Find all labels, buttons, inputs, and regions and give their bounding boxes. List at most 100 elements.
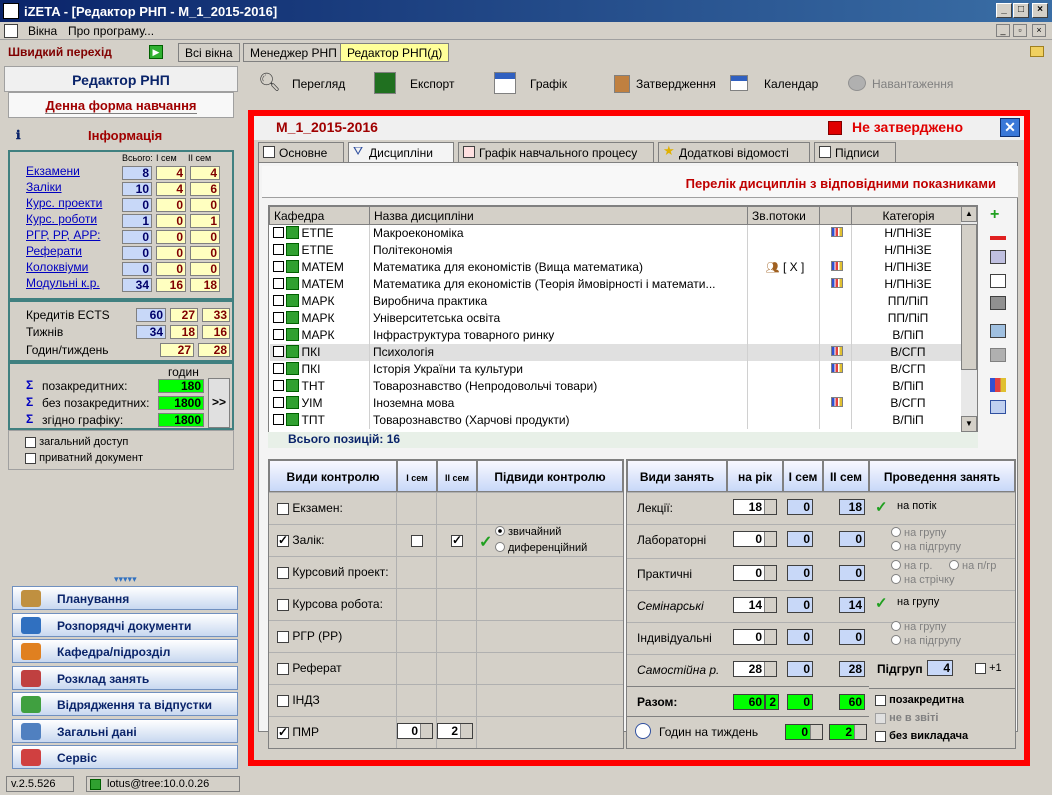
tab-all-windows[interactable]: Всі вікна bbox=[178, 43, 240, 62]
menu-windows[interactable]: Вікна bbox=[28, 24, 57, 38]
col-dept[interactable]: Кафедра bbox=[269, 206, 370, 225]
nav-timetable[interactable]: Розклад занять bbox=[12, 665, 238, 690]
workload-button[interactable]: Навантаження bbox=[848, 70, 953, 98]
more-button[interactable]: >> bbox=[208, 378, 230, 428]
subgroups-value[interactable]: 4 bbox=[927, 660, 953, 676]
row-checkbox[interactable] bbox=[272, 278, 284, 289]
private-checkbox[interactable] bbox=[25, 452, 36, 464]
row-checkbox[interactable] bbox=[272, 414, 284, 425]
close-button[interactable]: × bbox=[1032, 3, 1048, 18]
view-button[interactable]: 🔍︎ Перегляд bbox=[258, 70, 345, 98]
row-checkbox[interactable] bbox=[272, 227, 284, 239]
stat-link-credits-tests[interactable]: Заліки bbox=[26, 180, 62, 194]
table-row[interactable]: МАТЕМ Математика для економістів (Теорія… bbox=[269, 275, 962, 293]
class-year-selfstudy[interactable]: 28 bbox=[733, 661, 777, 677]
stat-link-essays[interactable]: Реферати bbox=[26, 244, 82, 258]
split-icon[interactable] bbox=[990, 250, 1006, 264]
play-icon[interactable]: ▶ bbox=[149, 45, 163, 59]
class-year-seminars[interactable]: 14 bbox=[733, 597, 777, 613]
control-checkbox-zalik[interactable] bbox=[277, 533, 289, 547]
table-row[interactable]: МАРК Інфраструктура товарного ринку В/Пі… bbox=[269, 326, 962, 344]
noncredit-checkbox[interactable] bbox=[875, 694, 886, 706]
nav-orders[interactable]: Розпорядчі документи bbox=[12, 612, 238, 637]
bar-chart-icon[interactable] bbox=[831, 397, 843, 407]
control-checkbox-course-project[interactable] bbox=[277, 566, 289, 579]
scroll-up-icon[interactable]: ▲ bbox=[961, 206, 977, 222]
control-checkbox-indz[interactable] bbox=[277, 694, 289, 707]
col-category[interactable]: Категорія bbox=[851, 206, 962, 225]
radio-subgroup-ind[interactable] bbox=[891, 635, 901, 645]
radio-group-lab[interactable] bbox=[891, 527, 901, 537]
tab-main[interactable]: Основне bbox=[258, 142, 344, 162]
bar-chart-icon[interactable] bbox=[831, 278, 843, 288]
stat-link-course-projects[interactable]: Курс. проекти bbox=[26, 196, 102, 210]
table-scrollbar[interactable]: ▲ ▼ bbox=[961, 206, 977, 432]
maximize-button[interactable]: □ bbox=[1013, 3, 1029, 18]
bar-chart-icon[interactable] bbox=[831, 363, 843, 373]
minimize-button[interactable]: _ bbox=[996, 3, 1012, 18]
table-row[interactable]: ТНТ Товарознавство (Непродовольчі товари… bbox=[269, 377, 962, 395]
col-streams[interactable]: Зв.потоки bbox=[747, 206, 820, 225]
nav-trips[interactable]: Відрядження та відпустки bbox=[12, 692, 238, 716]
schedule-button[interactable]: Графік bbox=[494, 70, 567, 98]
control-checkbox-course-work[interactable] bbox=[277, 598, 289, 611]
scroll-thumb[interactable] bbox=[961, 224, 977, 370]
row-checkbox[interactable] bbox=[272, 244, 284, 255]
nav-department[interactable]: Кафедра/підрозділ bbox=[12, 639, 238, 663]
child-close-button[interactable]: × bbox=[1032, 24, 1046, 37]
col-name[interactable]: Назва дисципліни bbox=[369, 206, 748, 225]
export-button[interactable]: Експорт bbox=[374, 70, 454, 98]
tab-rnp-manager[interactable]: Менеджер РНП bbox=[243, 43, 344, 62]
copy-icon[interactable] bbox=[990, 274, 1006, 288]
zalik-sem2-checkbox[interactable] bbox=[451, 533, 463, 547]
row-checkbox[interactable] bbox=[272, 261, 284, 272]
hpw-sem2-spin[interactable]: 2 bbox=[829, 724, 867, 740]
nav-planning[interactable]: Планування bbox=[12, 586, 238, 610]
not-in-report-checkbox[interactable] bbox=[875, 712, 886, 724]
stat-link-course-works[interactable]: Курс. роботи bbox=[26, 212, 97, 226]
calendar-button[interactable]: Календар bbox=[730, 70, 818, 98]
control-checkbox-essay[interactable] bbox=[277, 662, 289, 675]
plus-one-checkbox[interactable] bbox=[975, 662, 986, 674]
tab-additional[interactable]: ★ Додаткові відомості bbox=[658, 142, 810, 162]
table-row[interactable]: ТПТ Товарознавство (Харчові продукти) В/… bbox=[269, 411, 962, 429]
nav-service[interactable]: Сервіс bbox=[12, 745, 238, 769]
class-year-practicals[interactable]: 0 bbox=[733, 565, 777, 581]
table-row[interactable]: МАРК Виробнича практика ПП/ПіП bbox=[269, 292, 962, 310]
tab-schedule[interactable]: Графік навчального процесу bbox=[458, 142, 654, 162]
table-row[interactable]: ПКІ Історія України та культури В/СГП bbox=[269, 360, 962, 378]
radio-ordinary[interactable] bbox=[495, 526, 505, 536]
tab-rnp-editor[interactable]: Редактор РНП(д) bbox=[340, 43, 450, 62]
row-checkbox[interactable] bbox=[272, 312, 284, 323]
table-row[interactable]: МАТЕМ Математика для економістів (Вища м… bbox=[269, 258, 962, 276]
bar-chart-icon[interactable] bbox=[831, 261, 843, 271]
class-year-labs[interactable]: 0 bbox=[733, 531, 777, 547]
no-teacher-checkbox[interactable] bbox=[875, 730, 886, 742]
radio-differential[interactable] bbox=[495, 542, 505, 552]
document-close-button[interactable]: ✕ bbox=[1000, 118, 1020, 137]
splitter-handle[interactable]: ▾▾▾▾▾ bbox=[114, 574, 137, 585]
lock-icon[interactable] bbox=[990, 296, 1006, 310]
stat-link-exams[interactable]: Екзамени bbox=[26, 164, 80, 178]
hpw-sem1-spin[interactable]: 0 bbox=[785, 724, 823, 740]
control-checkbox-pmr[interactable] bbox=[277, 725, 289, 739]
radio-stream-pr[interactable] bbox=[891, 574, 901, 584]
child-minimize-button[interactable]: _ bbox=[996, 24, 1010, 37]
pmr-sem1-spin[interactable]: 0 bbox=[397, 723, 433, 739]
control-checkbox-exam[interactable] bbox=[277, 502, 289, 515]
zalik-sem1-checkbox[interactable] bbox=[411, 534, 423, 547]
stat-link-colloquia[interactable]: Колоквіуми bbox=[26, 260, 88, 274]
radio-subgroup-pr[interactable] bbox=[949, 560, 959, 570]
row-checkbox[interactable] bbox=[272, 397, 284, 408]
people-icon[interactable] bbox=[990, 348, 1006, 362]
stat-link-module-tests[interactable]: Модульні к.р. bbox=[26, 276, 100, 290]
menu-about[interactable]: Про програму... bbox=[68, 24, 154, 38]
table-row[interactable]: ЕТПЕ Макроекономіка Н/ПНіЗЕ bbox=[269, 224, 962, 242]
table-row[interactable]: УІМ Іноземна мова В/СГП bbox=[269, 394, 962, 412]
add-icon[interactable]: + bbox=[990, 206, 1006, 223]
row-checkbox[interactable] bbox=[272, 295, 284, 306]
approve-button[interactable]: Затвердження bbox=[614, 70, 716, 98]
stat-link-rgr[interactable]: РГР, РР, АРР: bbox=[26, 228, 100, 242]
row-checkbox[interactable] bbox=[272, 363, 284, 374]
bar-chart-icon[interactable] bbox=[831, 346, 843, 356]
